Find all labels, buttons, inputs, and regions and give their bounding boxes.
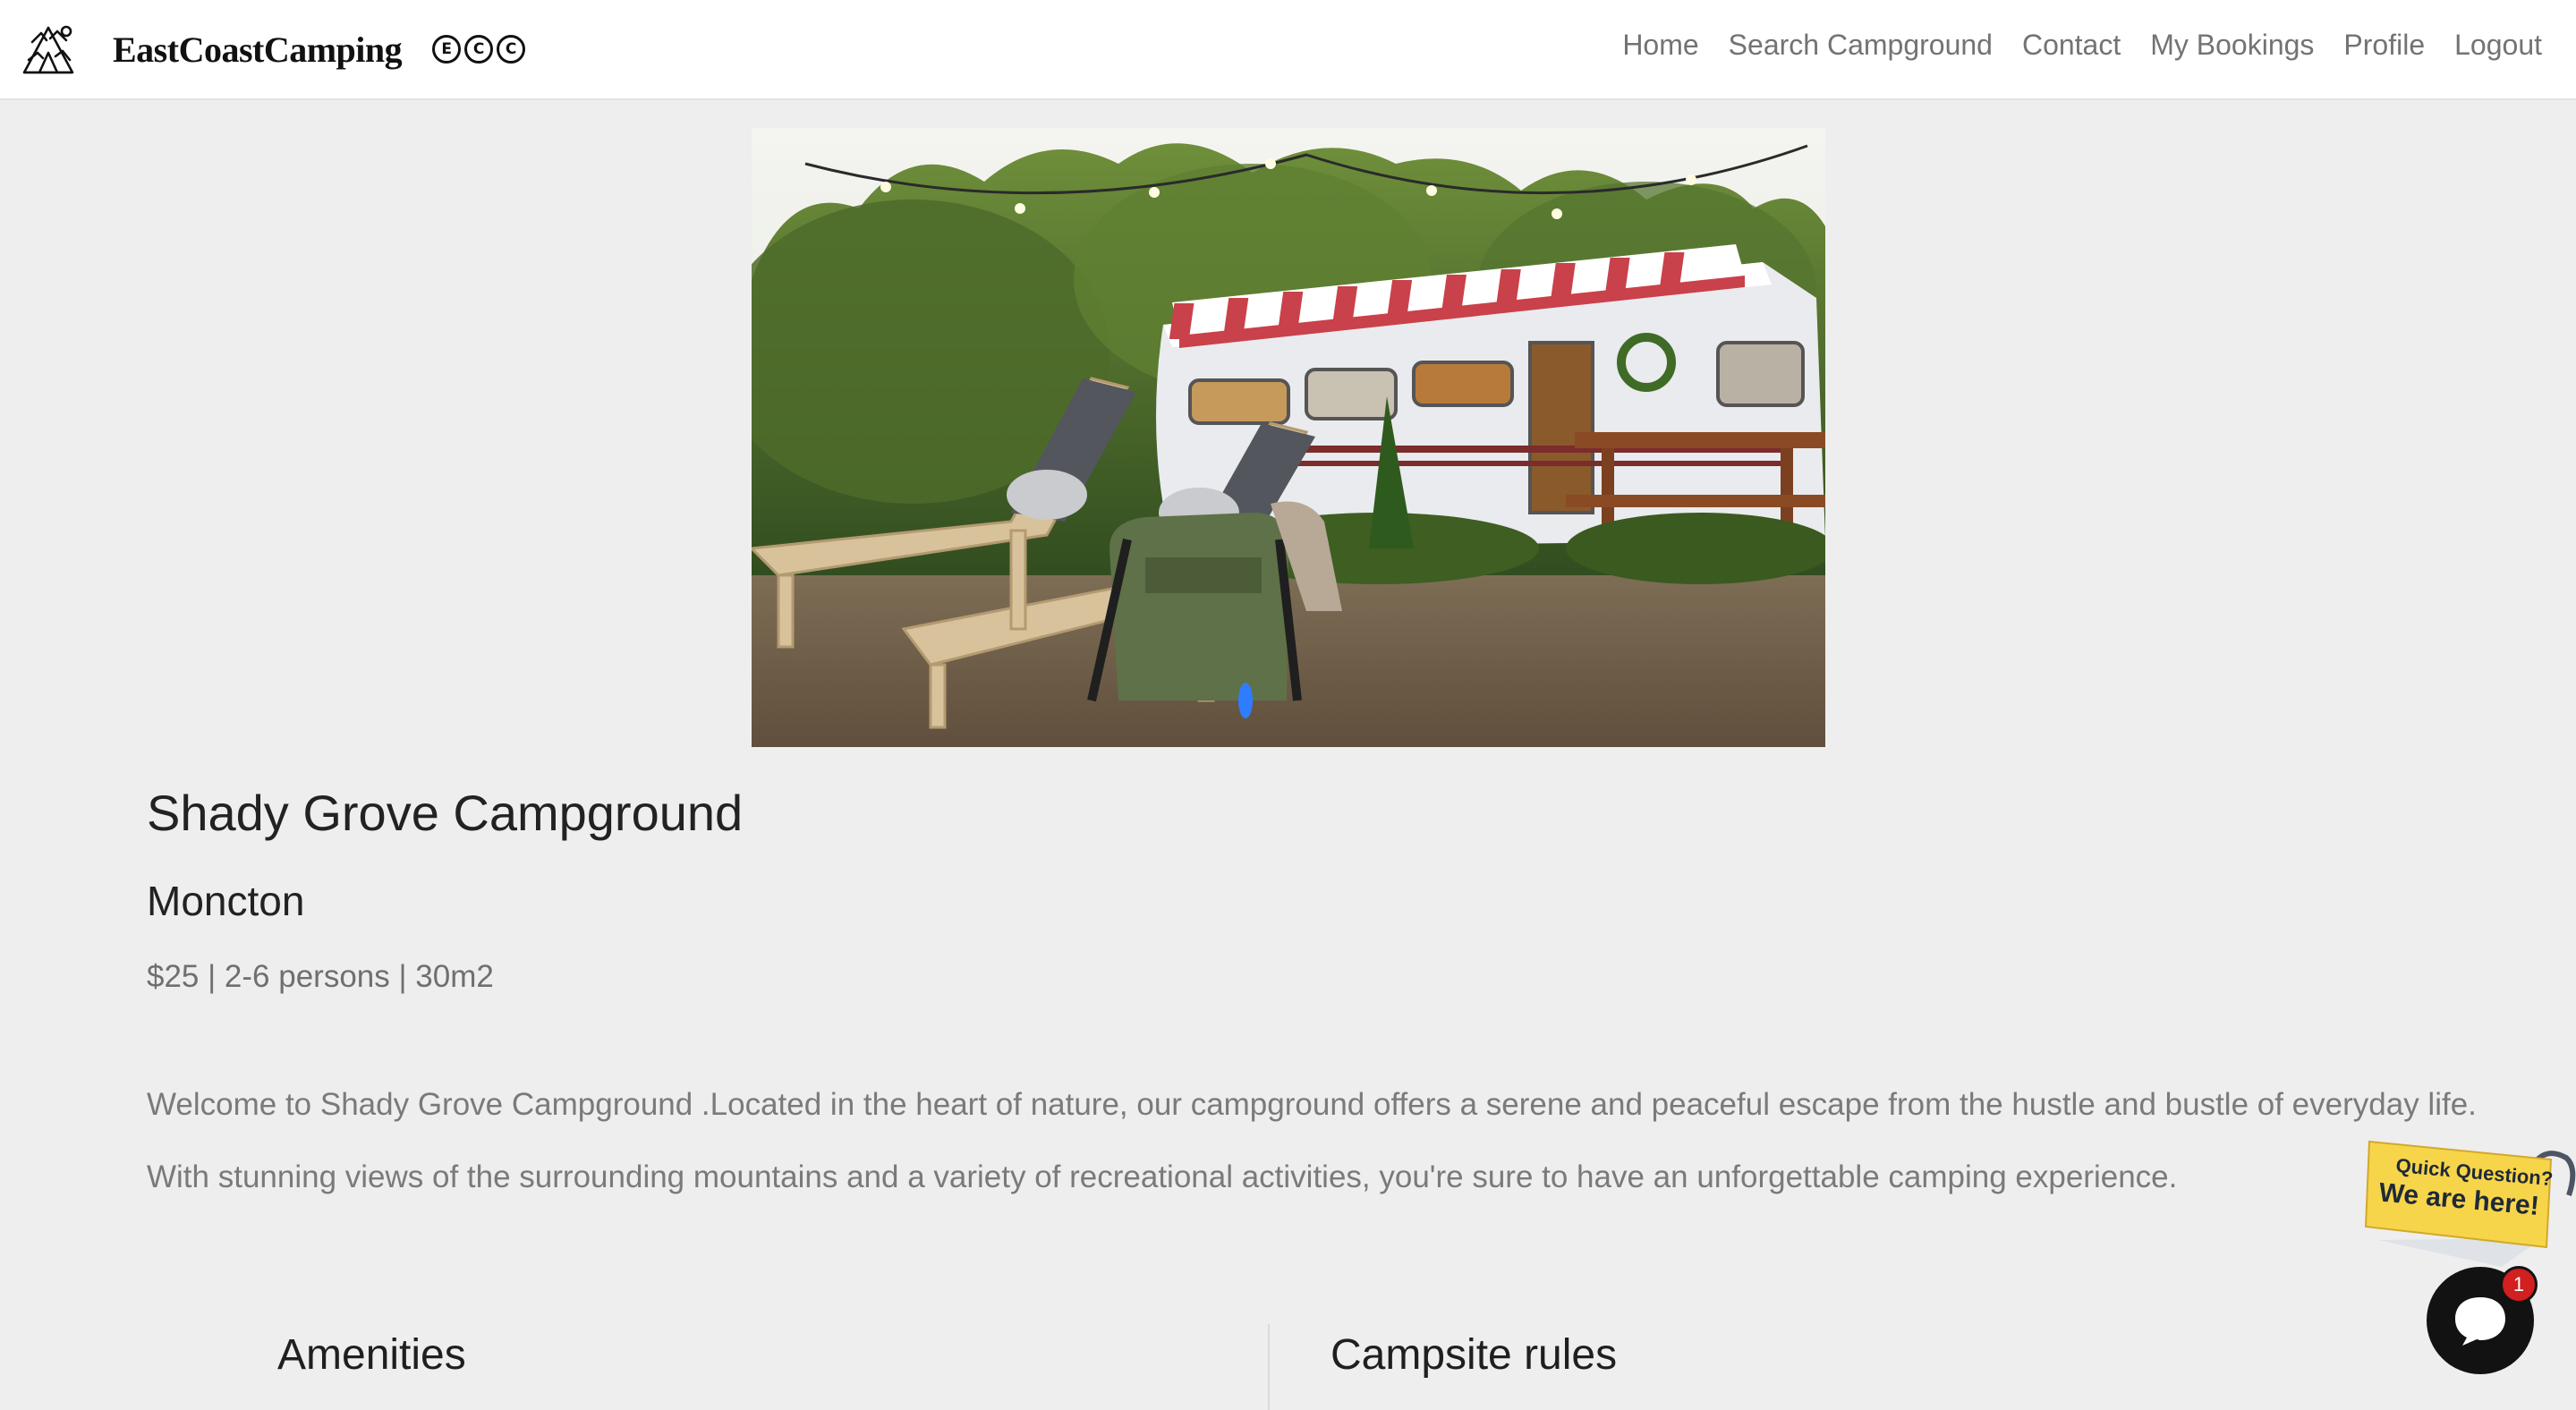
unread-count-badge: 1 [2500, 1266, 2538, 1304]
nav-contact[interactable]: Contact [2022, 29, 2121, 62]
nav-search-campground[interactable]: Search Campground [1729, 29, 1993, 62]
camping-tent-logo-icon [22, 25, 74, 74]
brand-name: EastCoastCamping [113, 29, 403, 70]
campsite-rules-heading: Campsite rules [1331, 1331, 1618, 1379]
brand-mark-c: C [464, 35, 494, 64]
top-navbar: EastCoastCamping E C C Home Search Campg… [0, 0, 2576, 100]
brand-mark-c-second: C [497, 35, 526, 64]
campground-title: Shady Grove Campground [147, 785, 744, 841]
nav-my-bookings[interactable]: My Bookings [2150, 29, 2314, 62]
chat-bubble-icon [2455, 1297, 2505, 1346]
campground-meta: $25 | 2-6 persons | 30m2 [147, 959, 494, 994]
nav-logout[interactable]: Logout [2454, 29, 2542, 62]
quick-question-badge[interactable]: Quick Question? We are here! [2359, 1133, 2576, 1267]
description-line-2: With stunning views of the surrounding m… [147, 1159, 2178, 1194]
campground-photo [752, 128, 1825, 747]
brand[interactable]: EastCoastCamping E C C [20, 20, 526, 79]
amenities-heading: Amenities [277, 1331, 466, 1379]
description-line-1: Welcome to Shady Grove Campground .Locat… [147, 1087, 2477, 1122]
nav-home[interactable]: Home [1622, 29, 1698, 62]
nav-profile[interactable]: Profile [2343, 29, 2425, 62]
main-nav: Home Search Campground Contact My Bookin… [1622, 29, 2542, 62]
brand-marks: E C C [432, 35, 526, 64]
brand-mark-e: E [432, 35, 462, 64]
section-divider [1268, 1324, 1270, 1410]
campground-city: Moncton [147, 878, 305, 924]
campground-photo-illustration [752, 128, 1825, 747]
